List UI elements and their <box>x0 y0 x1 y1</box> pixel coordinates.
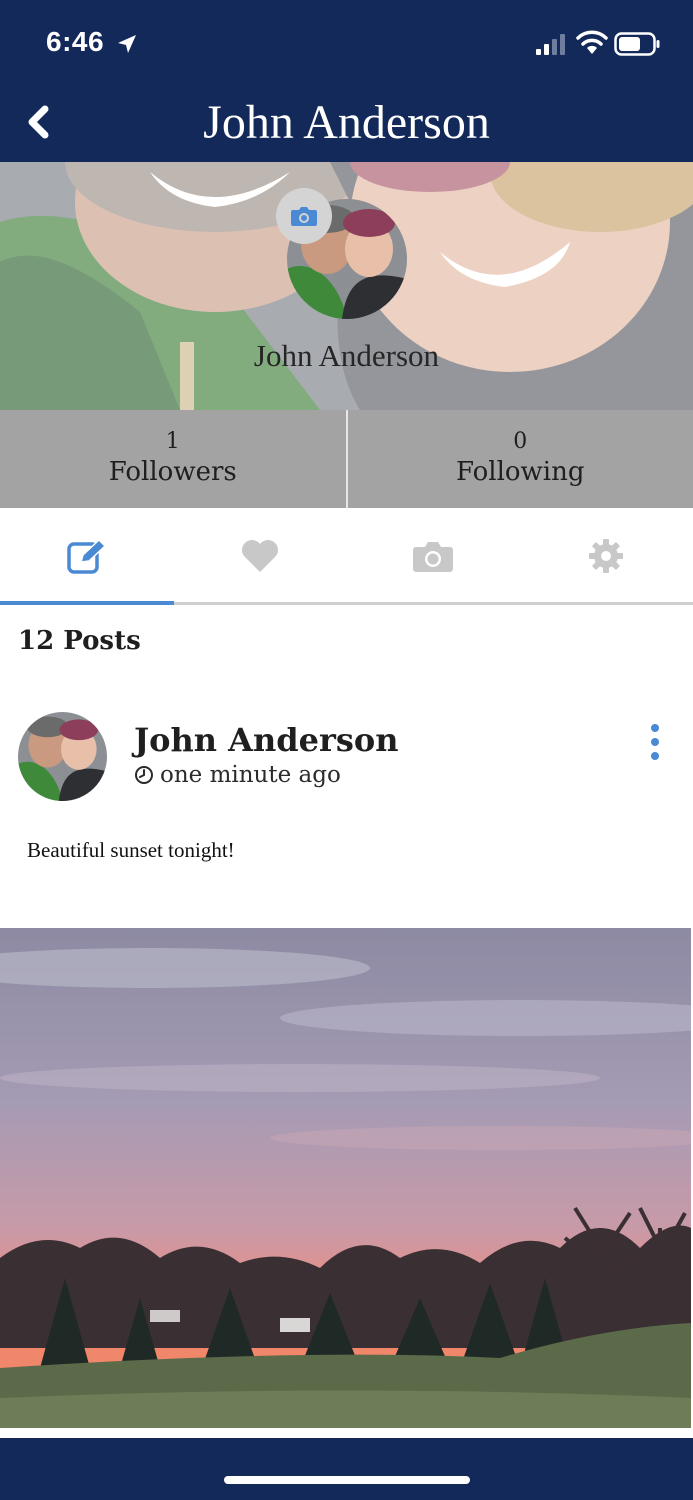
more-dot-icon <box>651 752 659 760</box>
more-dot-icon <box>651 738 659 746</box>
tab-active-indicator <box>0 601 174 605</box>
location-arrow-icon <box>118 35 136 53</box>
tab-likes[interactable] <box>173 508 346 604</box>
change-cover-photo-button[interactable] <box>276 188 332 244</box>
heart-icon <box>241 540 278 572</box>
cellular-signal-icon <box>536 34 565 55</box>
following-label: Following <box>455 457 585 487</box>
post-more-options-button[interactable] <box>643 724 667 760</box>
cover-photo[interactable]: John Anderson <box>0 162 693 410</box>
profile-stats: 1 Followers 0 Following <box>0 410 693 508</box>
profile-name: John Anderson <box>253 338 440 373</box>
gear-icon <box>589 539 624 573</box>
post-time-text: one minute ago <box>160 762 341 788</box>
followers-button[interactable]: 1 Followers <box>0 410 346 508</box>
camera-icon <box>413 542 454 572</box>
camera-icon <box>291 207 317 226</box>
following-count: 0 <box>513 429 528 454</box>
top-navigation-bar: 6:46 John Anderson <box>0 0 693 162</box>
post-text: Beautiful sunset tonight! <box>27 838 235 862</box>
tab-posts[interactable] <box>0 508 173 604</box>
post-image[interactable] <box>0 928 691 1428</box>
post-author-name[interactable]: John Anderson <box>134 721 398 759</box>
tab-settings[interactable] <box>520 508 693 604</box>
following-button[interactable]: 0 Following <box>348 410 693 508</box>
battery-icon <box>614 32 660 56</box>
post-author-avatar[interactable] <box>18 712 107 801</box>
home-indicator[interactable] <box>224 1476 470 1484</box>
profile-tabs <box>0 508 693 604</box>
post-timestamp: one minute ago <box>134 762 341 788</box>
tab-photos[interactable] <box>347 508 520 604</box>
edit-post-icon <box>66 538 106 574</box>
bottom-bar <box>0 1438 693 1500</box>
wifi-icon <box>576 30 608 54</box>
status-time: 6:46 <box>46 26 105 57</box>
sunset-photo <box>0 928 691 1428</box>
followers-label: Followers <box>108 457 237 487</box>
page-title: John Anderson <box>203 96 490 149</box>
clock-icon <box>135 766 153 784</box>
posts-count: 12 Posts <box>18 626 141 656</box>
post-author-avatar-image <box>18 712 107 801</box>
more-dot-icon <box>651 724 659 732</box>
followers-count: 1 <box>165 429 180 454</box>
